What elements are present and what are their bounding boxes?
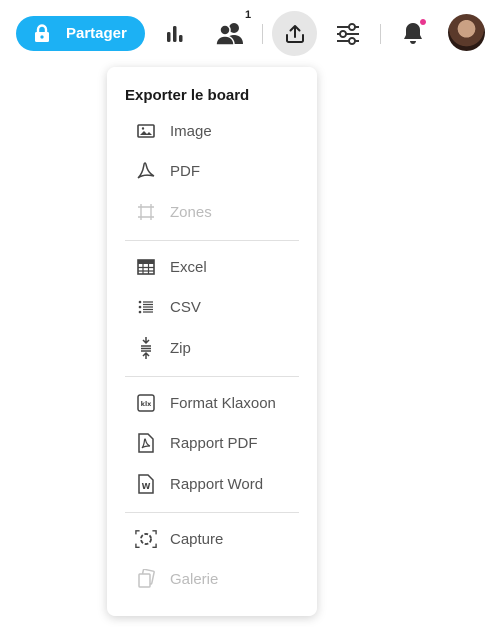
svg-text:klx: klx [141, 400, 153, 408]
top-toolbar: Partager 1 [0, 0, 494, 66]
word-document-icon: W [135, 474, 157, 494]
participants-count: 1 [245, 9, 252, 21]
menu-item-zip[interactable]: Zip [107, 330, 317, 366]
stats-icon[interactable] [162, 20, 188, 46]
export-button[interactable] [272, 11, 317, 56]
toolbar-divider [380, 24, 381, 44]
upload-icon [285, 24, 304, 43]
svg-text:W: W [142, 482, 151, 491]
share-button-label: Partager [66, 25, 127, 42]
menu-item-label: Galerie [170, 571, 219, 588]
menu-item-capture[interactable]: Capture [107, 521, 317, 557]
klx-icon: klx [135, 393, 157, 413]
menu-item-label: Rapport Word [170, 476, 264, 493]
menu-item-label: Zip [170, 340, 191, 357]
menu-item-label: Rapport PDF [170, 435, 258, 452]
menu-item-label: PDF [170, 163, 200, 180]
menu-item-galerie: Galerie [107, 561, 317, 597]
menu-item-pdf[interactable]: PDF [107, 153, 317, 189]
toolbar-divider [262, 24, 263, 44]
menu-item-image[interactable]: Image [107, 113, 317, 149]
menu-item-zones: Zones [107, 194, 317, 230]
menu-item-label: Capture [170, 531, 224, 548]
menu-item-excel[interactable]: Excel [107, 249, 317, 285]
menu-divider [125, 512, 299, 513]
menu-item-label: CSV [170, 299, 201, 316]
participants-icon[interactable] [214, 18, 246, 48]
menu-item-label: Excel [170, 259, 207, 276]
menu-item-label: Format Klaxoon [170, 395, 276, 412]
pdf-document-icon [135, 433, 157, 453]
menu-title: Exporter le board [125, 87, 250, 104]
notification-dot [420, 19, 426, 25]
zip-icon [135, 337, 157, 359]
share-button[interactable]: Partager [16, 16, 145, 51]
menu-item-format-klaxoon[interactable]: klx Format Klaxoon [107, 385, 317, 421]
gallery-icon [135, 569, 157, 589]
menu-item-label: Image [170, 123, 212, 140]
capture-icon [135, 529, 157, 549]
menu-divider [125, 376, 299, 377]
menu-item-rapport-pdf[interactable]: Rapport PDF [107, 425, 317, 461]
menu-divider [125, 240, 299, 241]
menu-item-csv[interactable]: CSV [107, 289, 317, 325]
image-icon [135, 121, 157, 141]
filters-icon[interactable] [334, 20, 362, 48]
zones-icon [135, 202, 157, 222]
user-avatar[interactable] [448, 14, 485, 51]
pdf-icon [135, 161, 157, 181]
menu-item-rapport-word[interactable]: W Rapport Word [107, 466, 317, 502]
export-menu: Exporter le board Image PDF Zones Excel … [107, 67, 317, 616]
lock-icon [35, 24, 49, 42]
table-icon [135, 257, 157, 277]
list-icon [135, 297, 157, 317]
menu-item-label: Zones [170, 204, 212, 221]
